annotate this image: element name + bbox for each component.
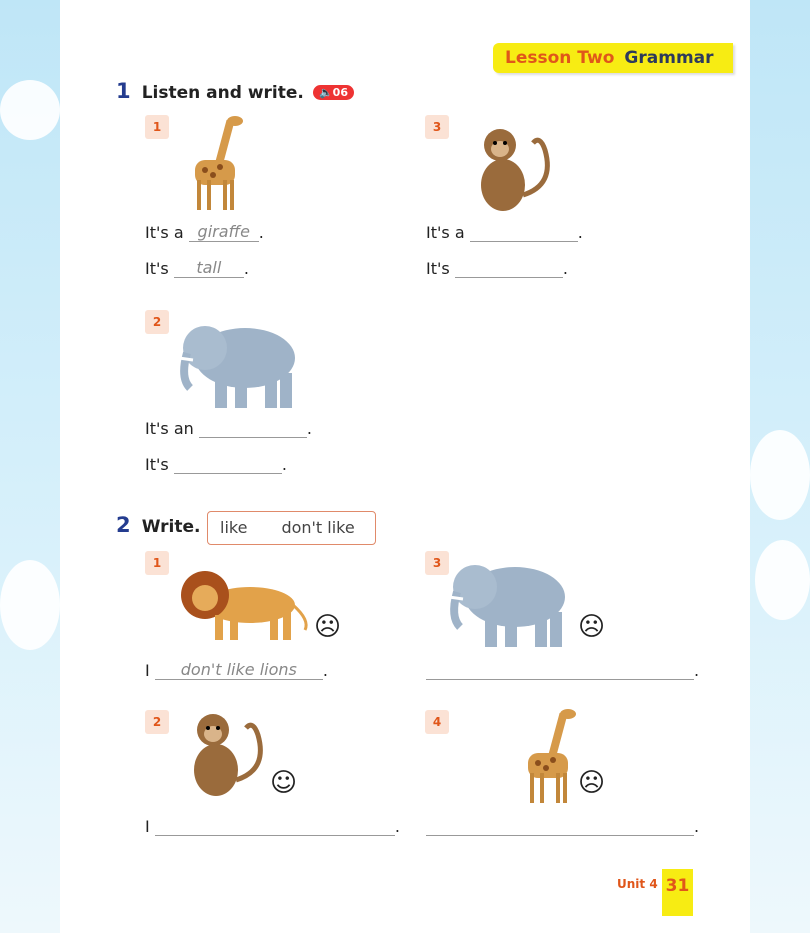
- period: .: [562, 259, 568, 278]
- topic-label: Grammar: [624, 48, 714, 68]
- sad-face-icon: ☹: [314, 612, 342, 642]
- answer-line: It's an .: [145, 418, 312, 438]
- sentence-prefix: It's: [145, 455, 169, 474]
- period: .: [243, 259, 249, 278]
- answer-line: I don't like lions.: [145, 660, 328, 680]
- item-number-badge: 3: [425, 115, 449, 139]
- lesson-banner: Lesson Two Grammar: [493, 43, 733, 73]
- section1-heading: 1 Listen and write. 🔈06: [116, 79, 354, 103]
- answer-line: It's .: [426, 258, 568, 278]
- cloud: [0, 560, 60, 650]
- sentence-prefix: It's a: [426, 223, 465, 242]
- answer-blank[interactable]: [426, 660, 694, 680]
- answer-blank[interactable]: don't like lions: [154, 660, 323, 680]
- item-number-badge: 1: [145, 551, 169, 575]
- answer-line: It's tall.: [145, 258, 249, 278]
- cloud: [0, 80, 60, 140]
- monkey-image: [178, 710, 273, 805]
- page-number: 31: [662, 869, 693, 916]
- answer-line: .: [426, 816, 699, 836]
- sentence-prefix: I: [145, 817, 150, 836]
- answer-line: It's a .: [426, 222, 583, 242]
- item-number-badge: 4: [425, 710, 449, 734]
- answer-blank[interactable]: [426, 816, 694, 836]
- answer-blank[interactable]: [454, 258, 563, 278]
- monkey-image: [465, 125, 560, 220]
- item-number-badge: 2: [145, 310, 169, 334]
- sentence-prefix: It's an: [145, 419, 194, 438]
- period: .: [322, 661, 328, 680]
- answer-line: .: [426, 660, 699, 680]
- lion-image: [179, 569, 308, 642]
- audio-track-button[interactable]: 🔈06: [312, 85, 354, 100]
- period: .: [306, 419, 312, 438]
- sad-face-icon: ☹: [578, 612, 606, 642]
- answer-blank[interactable]: giraffe: [188, 222, 259, 242]
- sentence-prefix: It's: [145, 259, 169, 278]
- item-number-badge: 1: [145, 115, 169, 139]
- cloud: [755, 540, 810, 620]
- period: .: [258, 223, 264, 242]
- answer-blank[interactable]: [198, 418, 307, 438]
- section-number: 2: [116, 513, 131, 537]
- word-option: don't like: [281, 518, 355, 537]
- period: .: [281, 455, 287, 474]
- elephant-image: [175, 318, 305, 413]
- lesson-label: Lesson Two: [505, 48, 615, 68]
- answer-blank[interactable]: [469, 222, 578, 242]
- answer-blank[interactable]: [173, 454, 282, 474]
- sad-face-icon: ☹: [578, 768, 606, 798]
- answer-blank[interactable]: tall: [173, 258, 244, 278]
- audio-track-number: 06: [332, 86, 348, 99]
- answer-line: It's .: [145, 454, 287, 474]
- word-option: like: [220, 518, 248, 537]
- answer-blank[interactable]: [154, 816, 395, 836]
- period: .: [394, 817, 400, 836]
- giraffe-image: [195, 116, 243, 210]
- period: .: [694, 817, 700, 836]
- cloud: [750, 430, 810, 520]
- giraffe-image: [528, 709, 576, 803]
- sentence-prefix: It's a: [145, 223, 184, 242]
- period: .: [577, 223, 583, 242]
- unit-label: Unit 4: [617, 877, 658, 891]
- section-number: 1: [116, 79, 131, 103]
- happy-face-icon: ☺: [270, 768, 298, 798]
- period: .: [694, 661, 700, 680]
- section-title: Listen and write.: [141, 83, 304, 103]
- word-bank: like don't like: [207, 511, 376, 545]
- sentence-prefix: It's: [426, 259, 450, 278]
- item-number-badge: 2: [145, 710, 169, 734]
- sentence-prefix: I: [145, 661, 150, 680]
- section-title: Write.: [141, 517, 201, 537]
- answer-line: It's a giraffe.: [145, 222, 264, 242]
- elephant-image: [445, 557, 575, 652]
- section2-heading: 2 Write.: [116, 513, 201, 537]
- answer-line: I .: [145, 816, 400, 836]
